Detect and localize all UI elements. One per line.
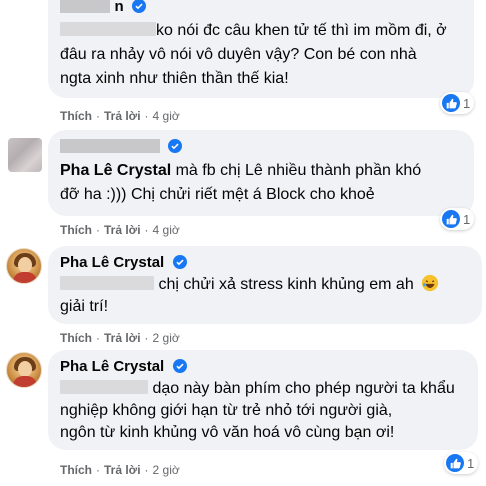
- comment-author[interactable]: Pha Lê Crystal: [60, 357, 164, 377]
- like-thumb-icon: [442, 210, 460, 228]
- comment-actions: Thích · Trả lời · 4 giờ: [60, 223, 180, 237]
- like-link[interactable]: Thích: [60, 331, 92, 345]
- redacted-author-name: [60, 0, 110, 13]
- comment-text-line: nghiệp không giới hạn từ trẻ nhỏ tới ngư…: [60, 402, 393, 419]
- redacted-mention: [60, 22, 156, 36]
- reaction-count-value: 1: [463, 211, 471, 227]
- comment-text-line: chị chửi xả stress kinh khủng em ah: [154, 276, 414, 293]
- redacted-author-name: [60, 139, 160, 153]
- comment-text-line: đâu ra nhảy vô nói vô duyên vậy? Con bé …: [60, 46, 417, 63]
- like-thumb-icon: [446, 454, 464, 472]
- comment-text-line: ngta xinh như thiên thần thế kia!: [60, 70, 289, 87]
- reply-link[interactable]: Trả lời: [104, 331, 141, 345]
- comment-time[interactable]: 4 giờ: [153, 109, 180, 123]
- comment-bubble: Pha Lê Crystal chị chửi xả stress kinh k…: [48, 246, 482, 324]
- comment-text-line: đỡ ha :))) Chị chửi riết mệt á Block cho…: [60, 186, 375, 203]
- reaction-count[interactable]: 1: [440, 92, 475, 114]
- like-link[interactable]: Thích: [60, 109, 92, 123]
- reaction-count[interactable]: 1: [444, 452, 479, 474]
- verified-badge-icon: [172, 359, 187, 373]
- like-link[interactable]: Thích: [60, 463, 92, 477]
- reaction-count-value: 1: [463, 95, 471, 111]
- comment-text-line: dạo này bàn phím cho phép người ta khẩu: [148, 380, 455, 397]
- comment-text-line: ngôn từ kinh khủng vô văn hoá vô cùng bạ…: [60, 424, 395, 441]
- reaction-count-value: 1: [467, 455, 475, 471]
- like-link[interactable]: Thích: [60, 223, 92, 237]
- mention-link[interactable]: Pha Lê Crystal: [60, 162, 171, 179]
- comment-text-line: ko nói đc câu khen tử tế thì im mồm đi, …: [156, 22, 447, 39]
- verified-badge-icon: [172, 255, 187, 269]
- comment-bubble: n ko nói đc câu khen tử tế thì im mồm đi…: [48, 0, 474, 98]
- redacted-mention: [60, 380, 148, 394]
- comment-actions: Thích · Trả lời · 4 giờ: [60, 109, 180, 123]
- verified-badge-icon: [168, 139, 183, 153]
- reaction-count[interactable]: 1: [440, 208, 475, 230]
- comment-bubble: Pha Lê Crystal dạo này bàn phím cho phép…: [48, 350, 478, 450]
- comment-time[interactable]: 4 giờ: [153, 223, 180, 237]
- avatar[interactable]: [6, 248, 42, 284]
- reply-link[interactable]: Trả lời: [104, 109, 141, 123]
- redacted-mention: [60, 276, 154, 290]
- comment-bubble: Pha Lê Crystal mà fb chị Lê nhiều thành …: [48, 130, 474, 216]
- comment-author-tail: n: [114, 0, 124, 15]
- comment-actions: Thích · Trả lời · 2 giờ: [60, 331, 180, 345]
- comment-author[interactable]: Pha Lê Crystal: [60, 253, 164, 273]
- reply-link[interactable]: Trả lời: [104, 223, 141, 237]
- laughing-emoji-icon: [422, 274, 439, 292]
- verified-badge-icon: [132, 0, 147, 13]
- like-thumb-icon: [442, 94, 460, 112]
- comment-text-line: giải trí!: [60, 298, 109, 315]
- comment-time[interactable]: 2 giờ: [153, 331, 180, 345]
- comment-actions: Thích · Trả lời · 2 giờ: [60, 463, 180, 477]
- comment-time[interactable]: 2 giờ: [153, 463, 180, 477]
- avatar[interactable]: [8, 138, 42, 172]
- comment-text-line: mà fb chị Lê nhiều thành phần khó: [171, 162, 422, 179]
- reply-link[interactable]: Trả lời: [104, 463, 141, 477]
- avatar[interactable]: [6, 352, 42, 388]
